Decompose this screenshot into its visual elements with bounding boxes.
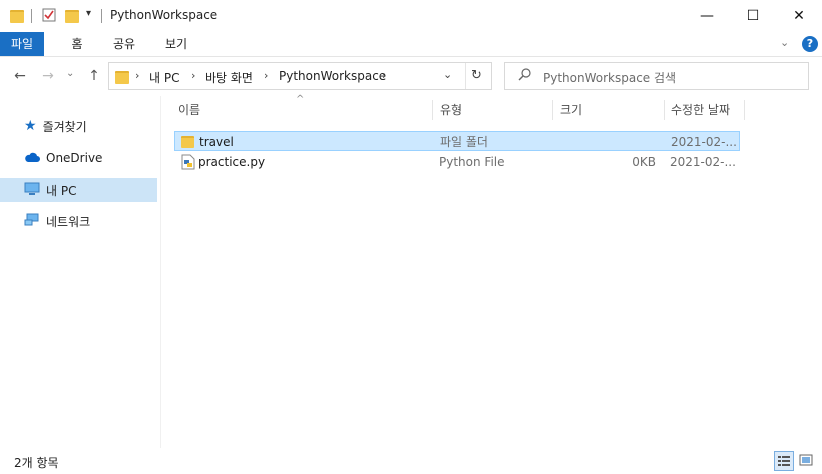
navigation-pane: ★ 즐겨찾기 OneDrive 내 PC 네트워크 xyxy=(0,96,161,448)
ribbon-expand-icon[interactable]: ⌄ xyxy=(780,36,789,49)
nav-item-label: OneDrive xyxy=(46,151,103,165)
address-row: ← → ⌄ ↑ › 내 PC › 바탕 화면 › PythonWorkspace… xyxy=(0,56,822,96)
tab-share[interactable]: 공유 xyxy=(104,32,144,56)
chevron-right-icon[interactable]: › xyxy=(135,69,139,82)
chevron-right-icon[interactable]: › xyxy=(382,69,386,82)
nav-item-label: 네트워크 xyxy=(46,214,91,229)
python-file-icon xyxy=(181,154,195,170)
file-type: 파일 폴더 xyxy=(440,135,488,149)
details-view-button[interactable] xyxy=(774,451,794,471)
title-bar: ▾ PythonWorkspace — ☐ ✕ xyxy=(0,0,822,32)
cloud-icon xyxy=(24,151,40,166)
tab-file[interactable]: 파일 xyxy=(0,32,44,56)
title-separator xyxy=(101,9,102,23)
up-button[interactable]: ↑ xyxy=(84,66,104,86)
search-input[interactable]: PythonWorkspace 검색 xyxy=(543,69,676,86)
file-name: travel xyxy=(199,135,234,149)
details-view-icon xyxy=(778,456,790,466)
forward-button[interactable]: → xyxy=(38,66,58,86)
nav-item-quick-access[interactable]: ★ 즐겨찾기 xyxy=(0,114,157,138)
breadcrumb-pythonworkspace[interactable]: PythonWorkspace xyxy=(279,69,386,83)
large-icons-view-button[interactable] xyxy=(797,451,817,471)
nav-item-label: 내 PC xyxy=(46,183,77,198)
file-row[interactable]: practice.py Python File 0KB 2021-02-... xyxy=(174,152,740,172)
file-modified: 2021-02-... xyxy=(671,135,737,149)
folder-icon xyxy=(10,10,24,23)
ribbon-tabs: 파일 홈 공유 보기 ⌄ ? xyxy=(0,32,822,57)
customize-quick-access-icon[interactable]: ▾ xyxy=(86,8,91,19)
column-separator[interactable] xyxy=(664,100,665,120)
file-type: Python File xyxy=(439,155,505,169)
properties-icon[interactable] xyxy=(42,8,56,22)
column-header-size[interactable]: 크기 xyxy=(560,97,582,123)
location-folder-icon xyxy=(115,71,129,84)
nav-item-my-pc[interactable]: 내 PC xyxy=(0,178,157,202)
nav-item-network[interactable]: 네트워크 xyxy=(0,209,157,233)
column-header-name[interactable]: 이름 xyxy=(178,97,200,123)
status-bar: 2개 항목 xyxy=(0,448,822,474)
minimize-button[interactable]: — xyxy=(684,0,730,32)
column-header-modified[interactable]: 수정한 날짜 xyxy=(671,97,730,123)
address-bar[interactable]: › 내 PC › 바탕 화면 › PythonWorkspace › ⌄ ↻ xyxy=(108,62,492,90)
address-separator xyxy=(465,63,466,89)
file-modified: 2021-02-... xyxy=(670,155,736,169)
refresh-icon[interactable]: ↻ xyxy=(471,68,482,83)
search-box[interactable]: PythonWorkspace 검색 xyxy=(504,62,809,90)
close-button[interactable]: ✕ xyxy=(776,0,822,32)
recent-locations-icon[interactable]: ⌄ xyxy=(66,68,74,79)
column-header-type[interactable]: 유형 xyxy=(440,97,462,123)
file-size: 0KB xyxy=(632,155,656,169)
folder-icon xyxy=(181,136,194,148)
star-icon: ★ xyxy=(24,118,37,134)
item-count: 2개 항목 xyxy=(14,456,59,470)
large-icons-view-icon xyxy=(799,454,813,466)
search-icon xyxy=(517,67,533,83)
new-folder-icon[interactable] xyxy=(65,10,79,23)
column-separator[interactable] xyxy=(432,100,433,120)
tab-view[interactable]: 보기 xyxy=(156,32,196,56)
nav-item-onedrive[interactable]: OneDrive xyxy=(0,146,157,170)
file-name: practice.py xyxy=(198,155,266,169)
chevron-right-icon[interactable]: › xyxy=(191,69,195,82)
file-size xyxy=(561,132,657,152)
breadcrumb-desktop[interactable]: 바탕 화면 xyxy=(205,69,253,86)
nav-item-label: 즐겨찾기 xyxy=(42,119,87,134)
maximize-button[interactable]: ☐ xyxy=(730,0,776,32)
computer-icon xyxy=(24,182,40,199)
help-icon[interactable]: ? xyxy=(802,36,818,52)
window-title: PythonWorkspace xyxy=(110,8,218,22)
quick-access-separator xyxy=(31,9,32,23)
chevron-down-icon[interactable]: ⌄ xyxy=(443,68,452,81)
chevron-right-icon[interactable]: › xyxy=(264,69,268,82)
network-icon xyxy=(24,213,40,230)
file-row[interactable]: travel 파일 폴더 2021-02-... xyxy=(174,131,740,151)
breadcrumb-my-pc[interactable]: 내 PC xyxy=(149,69,179,86)
back-button[interactable]: ← xyxy=(10,66,30,86)
tab-home[interactable]: 홈 xyxy=(60,32,94,56)
column-separator[interactable] xyxy=(552,100,553,120)
sort-ascending-icon: ^ xyxy=(296,94,305,105)
column-separator[interactable] xyxy=(744,100,745,120)
